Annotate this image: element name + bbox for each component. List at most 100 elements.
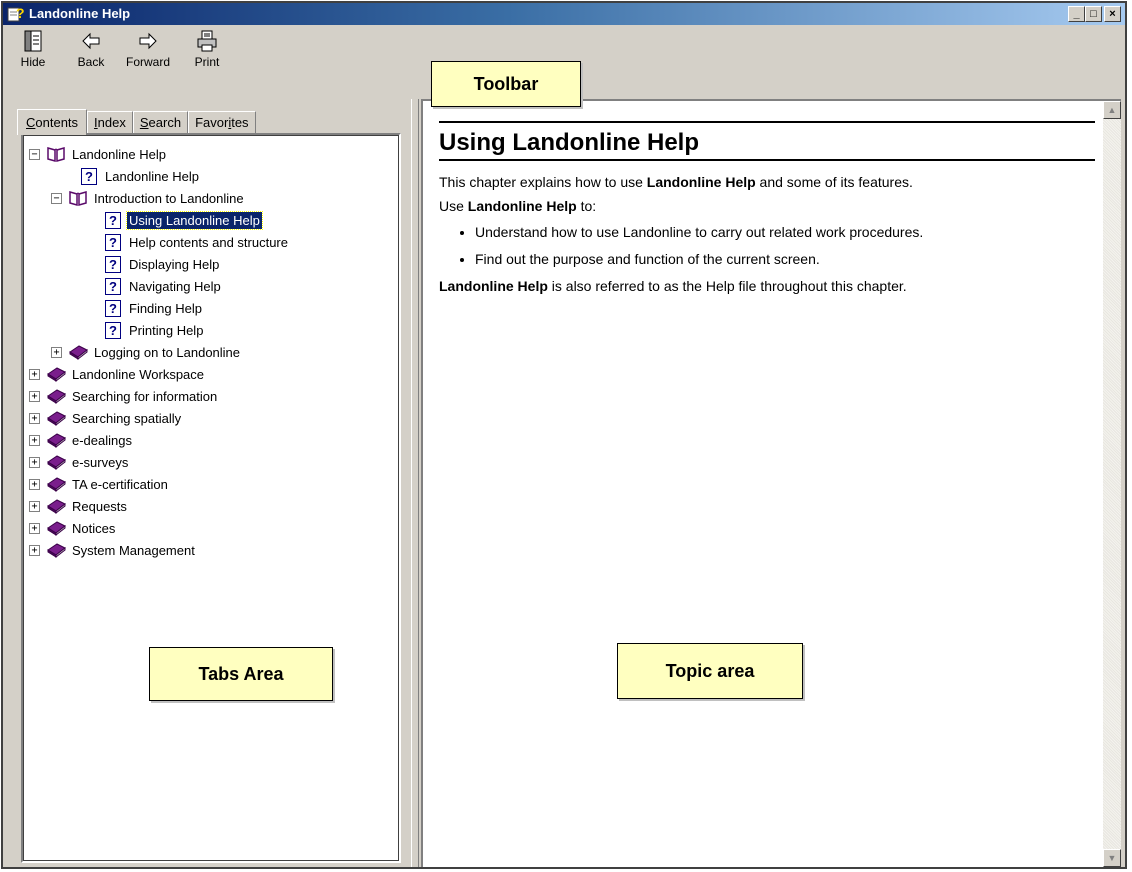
- print-button[interactable]: Print: [181, 29, 233, 69]
- topic-heading: Using Landonline Help: [439, 121, 1095, 161]
- tree-item[interactable]: + Searching spatially: [29, 407, 290, 429]
- open-book-icon: [69, 191, 87, 206]
- closed-book-icon: [69, 345, 88, 361]
- tree-item[interactable]: + e-surveys: [29, 451, 290, 473]
- tree-item-label: e-surveys: [72, 454, 129, 470]
- vertical-scrollbar[interactable]: ▲ ▼: [1103, 101, 1121, 867]
- intro-text-bold: Landonline Help: [646, 174, 756, 190]
- closed-book-icon: [47, 499, 66, 515]
- minimize-button[interactable]: _: [1068, 6, 1085, 22]
- tree-item-label: Introduction to Landonline: [94, 190, 244, 206]
- tree-item-label: Requests: [72, 498, 127, 514]
- tree-item[interactable]: + Landonline Workspace: [29, 363, 290, 385]
- contents-tree: − Landonline Help? Landonline Help − Introdu…: [29, 143, 290, 561]
- expand-icon[interactable]: +: [29, 456, 40, 468]
- forward-button[interactable]: Forward: [119, 29, 177, 69]
- use-text-pre: Use: [439, 198, 468, 214]
- tree-item[interactable]: − Introduction to Landonline: [29, 187, 290, 209]
- expand-icon[interactable]: +: [29, 368, 40, 380]
- nav-tabs: Contents Index Search Favor i tes: [17, 109, 256, 135]
- back-label: Back: [77, 55, 105, 69]
- collapse-icon[interactable]: −: [51, 192, 62, 204]
- intro-text-post: and some of its features.: [755, 174, 913, 190]
- tab-search-label: earch: [148, 115, 182, 130]
- collapse-icon[interactable]: −: [29, 148, 40, 160]
- svg-text:?: ?: [16, 5, 25, 21]
- maximize-button[interactable]: □: [1085, 6, 1102, 22]
- tree-item[interactable]: ? Printing Help: [29, 319, 290, 341]
- hide-button[interactable]: Hide: [7, 29, 59, 69]
- tree-item[interactable]: ? Navigating Help: [29, 275, 290, 297]
- print-label: Print: [194, 55, 220, 69]
- list-item: Find out the purpose and function of the…: [475, 248, 1095, 270]
- pane-splitter[interactable]: [411, 99, 419, 867]
- tab-index-label: ndex: [97, 115, 126, 130]
- contents-tree-box[interactable]: − Landonline Help? Landonline Help − Introdu…: [21, 133, 401, 863]
- closed-book-icon: [47, 455, 66, 471]
- topic-area-callout: Topic area: [617, 643, 803, 699]
- expand-icon[interactable]: +: [29, 412, 40, 424]
- closed-book-icon: [47, 411, 66, 427]
- expand-icon[interactable]: +: [29, 500, 40, 512]
- closing-text-post: is also referred to as the Help file thr…: [547, 278, 907, 294]
- tree-item[interactable]: ? Help contents and structure: [29, 231, 290, 253]
- scroll-up-button[interactable]: ▲: [1103, 101, 1121, 119]
- expand-icon[interactable]: +: [29, 544, 40, 556]
- help-window: ? Landonline Help _ □ × Hide Back Forwar…: [1, 1, 1127, 869]
- use-text-post: to:: [576, 198, 597, 214]
- tree-item[interactable]: + System Management: [29, 539, 290, 561]
- tab-search[interactable]: Search: [132, 111, 189, 133]
- close-button[interactable]: ×: [1104, 6, 1121, 22]
- closed-book-icon: [47, 389, 66, 405]
- topic-area: Using Landonline Help This chapter expla…: [421, 99, 1121, 867]
- help-app-icon: ?: [7, 5, 25, 22]
- tab-contents-label: ontents: [35, 115, 79, 130]
- tabs-area-callout: Tabs Area: [149, 647, 333, 701]
- forward-label: Forward: [125, 55, 170, 69]
- help-topic-icon: ?: [105, 277, 121, 295]
- printer-icon: [197, 30, 217, 52]
- tree-item-label: Using Landonline Help: [126, 210, 263, 230]
- tree-item[interactable]: + Notices: [29, 517, 290, 539]
- expand-icon[interactable]: +: [51, 346, 62, 358]
- help-topic-icon: ?: [81, 167, 97, 185]
- tree-item-label: Landonline Help: [105, 168, 199, 184]
- back-button[interactable]: Back: [65, 29, 117, 69]
- tab-favorites[interactable]: Favor i tes: [188, 111, 256, 133]
- tree-item-label: Landonline Help: [72, 146, 166, 162]
- help-topic-icon: ?: [105, 211, 121, 229]
- tab-index[interactable]: Index: [87, 111, 133, 133]
- tree-item[interactable]: + Logging on to Landonline: [29, 341, 290, 363]
- tree-item[interactable]: ? Displaying Help: [29, 253, 290, 275]
- tree-item[interactable]: + Requests: [29, 495, 290, 517]
- tree-item[interactable]: ? Using Landonline Help: [29, 209, 290, 231]
- back-arrow-icon: [82, 32, 100, 50]
- topic-content: Using Landonline Help This chapter expla…: [439, 121, 1095, 297]
- topic-bullet-list: Understand how to use Landonline to carr…: [439, 221, 1095, 270]
- toolbar-callout: Toolbar: [431, 61, 581, 107]
- closed-book-icon: [47, 543, 66, 559]
- closed-book-icon: [47, 433, 66, 449]
- expand-icon[interactable]: +: [29, 434, 40, 446]
- tree-item[interactable]: − Landonline Help: [29, 143, 290, 165]
- tab-search-accel: S: [139, 115, 149, 130]
- tree-item[interactable]: + e-dealings: [29, 429, 290, 451]
- closed-book-icon: [47, 521, 66, 537]
- expand-icon[interactable]: +: [29, 390, 40, 402]
- tab-favorites-label-pre: Favor: [195, 115, 229, 130]
- closed-book-icon: [47, 367, 66, 383]
- tree-item[interactable]: ? Finding Help: [29, 297, 290, 319]
- expand-icon[interactable]: +: [29, 478, 40, 490]
- tree-item[interactable]: + Searching for information: [29, 385, 290, 407]
- expand-icon[interactable]: +: [29, 522, 40, 534]
- scroll-down-button[interactable]: ▼: [1103, 849, 1121, 867]
- tree-item-label: Searching for information: [72, 388, 218, 404]
- help-topic-icon: ?: [105, 255, 121, 273]
- topic-intro-paragraph: This chapter explains how to use Landonl…: [439, 171, 1095, 193]
- closed-book-icon: [47, 477, 66, 493]
- tree-item[interactable]: ? Landonline Help: [29, 165, 290, 187]
- tree-item[interactable]: + TA e-certification: [29, 473, 290, 495]
- list-item: Understand how to use Landonline to carr…: [475, 221, 1095, 243]
- title-bar[interactable]: ? Landonline Help _ □ ×: [3, 3, 1125, 25]
- tab-contents[interactable]: Contents: [17, 109, 88, 135]
